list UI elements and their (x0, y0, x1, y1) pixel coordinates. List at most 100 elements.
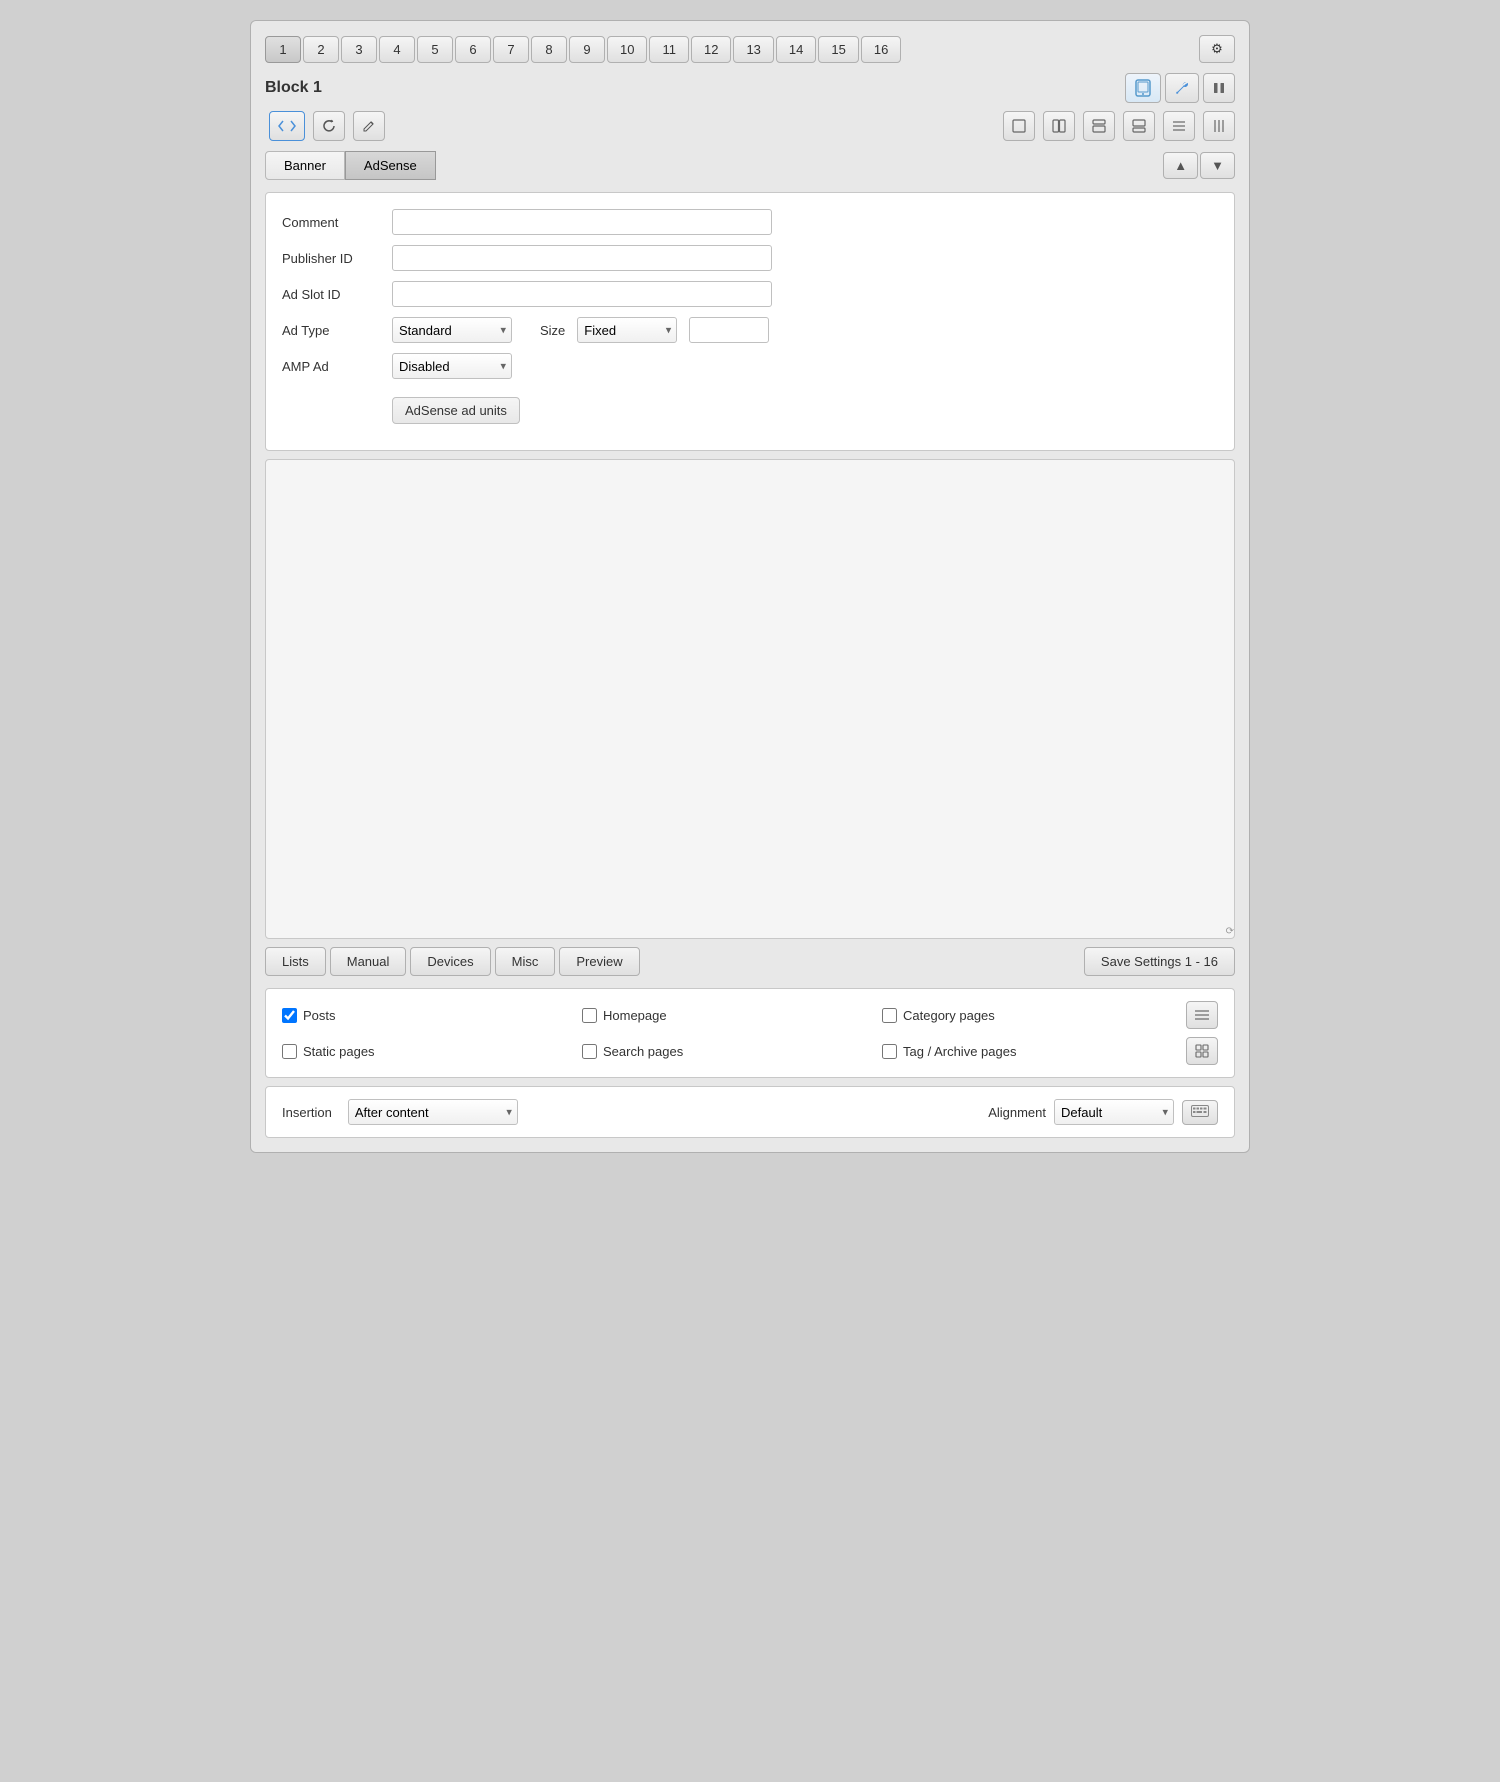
layout-single-button[interactable] (1003, 111, 1035, 141)
adsense-ad-units-button[interactable]: AdSense ad units (392, 397, 520, 424)
tab-6[interactable]: 6 (455, 36, 491, 63)
wrench-icon (1174, 80, 1190, 96)
sub-tab-banner[interactable]: Banner (265, 151, 345, 180)
tab-1[interactable]: 1 (265, 36, 301, 63)
alignment-select[interactable]: Default Left Center Right (1054, 1099, 1174, 1125)
tab-5[interactable]: 5 (417, 36, 453, 63)
comment-input[interactable] (392, 209, 772, 235)
amp-ad-select[interactable]: Disabled Enabled (392, 353, 512, 379)
save-settings-button[interactable]: Save Settings 1 - 16 (1084, 947, 1235, 976)
tab-16[interactable]: 16 (861, 36, 901, 63)
ad-type-row: Ad Type Standard Responsive Link Image S… (282, 317, 1218, 343)
posts-checkbox[interactable] (282, 1008, 297, 1023)
keyboard-icon-button[interactable] (1182, 1100, 1218, 1125)
layout-hlines-button[interactable] (1163, 111, 1195, 141)
bottom-tab-devices[interactable]: Devices (410, 947, 490, 976)
tab-14[interactable]: 14 (776, 36, 816, 63)
checkbox-grid: Posts Homepage Category pages (282, 1001, 1218, 1065)
search-pages-label: Search pages (603, 1044, 683, 1059)
sub-tab-down-button[interactable]: ▼ (1200, 152, 1235, 179)
layout-hlines-icon (1172, 119, 1186, 133)
archive-pages-checkbox[interactable] (882, 1044, 897, 1059)
bottom-tab-misc[interactable]: Misc (495, 947, 556, 976)
checkbox-archive-pages: Tag / Archive pages (882, 1044, 1182, 1059)
layout-top-icon (1092, 119, 1106, 133)
refresh-icon-button[interactable] (313, 111, 345, 141)
tab-9[interactable]: 9 (569, 36, 605, 63)
block-title-row: Block 1 (265, 73, 1235, 103)
code-icon (278, 119, 296, 133)
size-value-input[interactable] (689, 317, 769, 343)
archive-pages-label: Tag / Archive pages (903, 1044, 1016, 1059)
category-pages-label: Category pages (903, 1008, 995, 1023)
tablet-icon-button[interactable] (1125, 73, 1161, 103)
checkbox-category-pages: Category pages (882, 1008, 1182, 1023)
alignment-group: Alignment Default Left Center Right (988, 1099, 1218, 1125)
sub-tab-adsense[interactable]: AdSense (345, 151, 436, 180)
layout-double-button[interactable] (1043, 111, 1075, 141)
insertion-label: Insertion (282, 1105, 332, 1120)
layout-bottom-icon (1132, 119, 1146, 133)
layout-vlines-icon (1212, 119, 1226, 133)
bottom-tab-manual[interactable]: Manual (330, 947, 407, 976)
bottom-tab-preview[interactable]: Preview (559, 947, 639, 976)
insertion-select-wrapper: Before content After content Before para… (348, 1099, 518, 1125)
ad-type-select-wrapper: Standard Responsive Link Image (392, 317, 512, 343)
tab-8[interactable]: 8 (531, 36, 567, 63)
tab-4[interactable]: 4 (379, 36, 415, 63)
ad-type-select[interactable]: Standard Responsive Link Image (392, 317, 512, 343)
toolbar-row (265, 111, 1235, 141)
layout-bottom-button[interactable] (1123, 111, 1155, 141)
ad-slot-id-input[interactable] (392, 281, 772, 307)
tab-10[interactable]: 10 (607, 36, 647, 63)
search-pages-checkbox[interactable] (582, 1044, 597, 1059)
tab-15[interactable]: 15 (818, 36, 858, 63)
pause-icon-button[interactable] (1203, 73, 1235, 103)
layout-top-button[interactable] (1083, 111, 1115, 141)
category-pages-checkbox[interactable] (882, 1008, 897, 1023)
tab-12[interactable]: 12 (691, 36, 731, 63)
ad-type-inline: Standard Responsive Link Image Size Fixe… (392, 317, 769, 343)
layout-vlines-button[interactable] (1203, 111, 1235, 141)
alignment-label: Alignment (988, 1105, 1046, 1120)
edit-icon-button[interactable] (353, 111, 385, 141)
publisher-id-row: Publisher ID (282, 245, 1218, 271)
insertion-select[interactable]: Before content After content Before para… (348, 1099, 518, 1125)
size-select[interactable]: Fixed Responsive (577, 317, 677, 343)
layout-single-icon (1012, 119, 1026, 133)
adsense-units-row: AdSense ad units (282, 389, 1218, 424)
refresh-icon (322, 119, 336, 133)
block-title: Block 1 (265, 79, 1121, 97)
grid-view-button[interactable] (1186, 1037, 1218, 1065)
list-view-button[interactable] (1186, 1001, 1218, 1029)
tab-7[interactable]: 7 (493, 36, 529, 63)
tab-11[interactable]: 11 (649, 36, 689, 63)
keyboard-icon (1191, 1105, 1209, 1117)
tab-3[interactable]: 3 (341, 36, 377, 63)
tabs-row: 1 2 3 4 5 6 7 8 9 10 11 12 13 14 15 16 ⚙ (265, 35, 1235, 63)
bottom-tabs-row: Lists Manual Devices Misc Preview Save S… (265, 947, 1235, 976)
ad-slot-id-label: Ad Slot ID (282, 287, 392, 302)
sub-tab-up-button[interactable]: ▲ (1163, 152, 1198, 179)
checkbox-posts: Posts (282, 1008, 582, 1023)
grid-view-icon (1195, 1044, 1209, 1058)
tab-2[interactable]: 2 (303, 36, 339, 63)
homepage-checkbox[interactable] (582, 1008, 597, 1023)
size-select-wrapper: Fixed Responsive (577, 317, 677, 343)
sub-tabs-row: Banner AdSense ▲ ▼ (265, 151, 1235, 180)
alignment-select-wrapper: Default Left Center Right (1054, 1099, 1174, 1125)
layout-double-icon (1052, 119, 1066, 133)
settings-tab[interactable]: ⚙ (1199, 35, 1235, 63)
static-pages-checkbox[interactable] (282, 1044, 297, 1059)
publisher-id-input[interactable] (392, 245, 772, 271)
ad-slot-id-row: Ad Slot ID (282, 281, 1218, 307)
bottom-tab-lists[interactable]: Lists (265, 947, 326, 976)
form-panel: Comment Publisher ID Ad Slot ID Ad Type … (265, 192, 1235, 451)
main-container: 1 2 3 4 5 6 7 8 9 10 11 12 13 14 15 16 ⚙… (250, 20, 1250, 1153)
wrench-icon-button[interactable] (1165, 73, 1199, 103)
resize-handle[interactable]: ⟳ (1222, 926, 1234, 938)
code-icon-button[interactable] (269, 111, 305, 141)
checkboxes-panel: Posts Homepage Category pages (265, 988, 1235, 1078)
tab-13[interactable]: 13 (733, 36, 773, 63)
checkbox-search-pages: Search pages (582, 1044, 882, 1059)
